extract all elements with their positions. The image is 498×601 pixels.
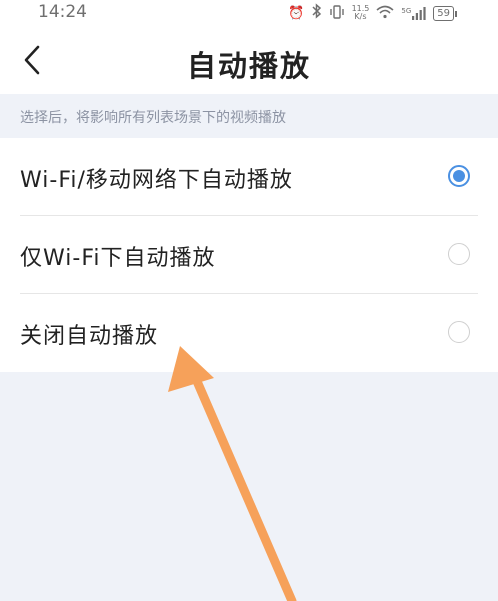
signal-label: 5G [401, 6, 412, 15]
signal-icon: 5G [401, 6, 426, 20]
radio-unselected[interactable] [448, 321, 470, 343]
autoplay-options: Wi-Fi/移动网络下自动播放 仅Wi-Fi下自动播放 关闭自动播放 [0, 138, 498, 372]
header: 自动播放 [0, 26, 498, 94]
net-speed-unit: K/s [354, 12, 367, 21]
hint-bar: 选择后，将影响所有列表场景下的视频播放 [0, 94, 498, 138]
battery-level: 59 [437, 7, 450, 19]
page-title: 自动播放 [186, 49, 311, 83]
status-bar: 14:24 ⏰ 11.5 K/s 5G 59 [0, 0, 498, 26]
radio-unselected[interactable] [448, 243, 470, 265]
vibrate-icon [329, 4, 345, 23]
alarm-icon: ⏰ [288, 5, 305, 21]
option-wifi-only[interactable]: 仅Wi-Fi下自动播放 [0, 216, 498, 294]
battery-icon: 59 [433, 5, 457, 21]
option-label: 仅Wi-Fi下自动播放 [20, 246, 216, 271]
wifi-icon [376, 4, 394, 23]
status-icons: ⏰ 11.5 K/s 5G 59 [288, 2, 457, 24]
radio-selected[interactable] [448, 165, 470, 187]
status-time: 14:24 [38, 2, 87, 22]
option-off[interactable]: 关闭自动播放 [0, 294, 498, 372]
network-speed: 11.5 K/s [352, 5, 370, 21]
hint-text: 选择后，将影响所有列表场景下的视频播放 [20, 110, 286, 126]
option-label: 关闭自动播放 [20, 324, 159, 349]
bluetooth-icon [312, 3, 322, 23]
option-wifi-mobile[interactable]: Wi-Fi/移动网络下自动播放 [0, 138, 498, 216]
option-label: Wi-Fi/移动网络下自动播放 [20, 168, 293, 193]
